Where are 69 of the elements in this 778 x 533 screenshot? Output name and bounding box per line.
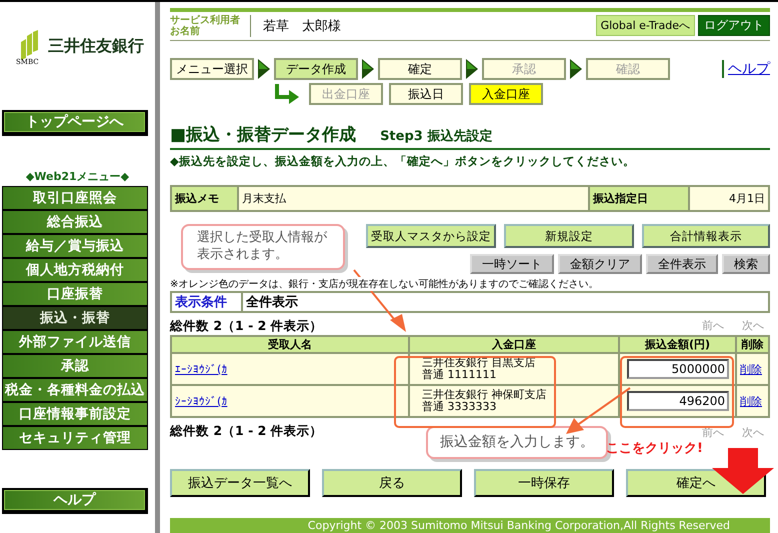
bank-name: 三井住友銀行: [48, 36, 144, 57]
menu-item[interactable]: 給与／賞与振込: [3, 235, 147, 257]
navigation-button[interactable]: 戻る: [322, 469, 462, 498]
record-count: 総件数 2（1 - 2 件表示）: [170, 318, 323, 336]
help-link[interactable]: ヘルプ: [728, 61, 770, 78]
navigation-button[interactable]: 一時保存: [474, 469, 614, 498]
menu-item[interactable]: 口座情報事前設定: [3, 403, 147, 425]
date-value: 4月1日: [690, 187, 768, 210]
filter-value: 全件表示: [243, 293, 768, 312]
amount-field[interactable]: 496200: [627, 391, 729, 412]
amount-field[interactable]: 5000000: [627, 359, 729, 380]
menu-item[interactable]: 税金・各種料金の払込: [3, 379, 147, 401]
action-button[interactable]: 受取人マスタから設定: [366, 224, 496, 248]
callout-bubble: 選択した受取人情報が表示されます。: [181, 224, 345, 270]
column-header: 振込金額(円): [620, 337, 735, 352]
step-arrow-icon: [570, 59, 582, 80]
filter-label: 表示条件: [172, 293, 241, 312]
menu-item[interactable]: セキュリティ管理: [3, 427, 147, 449]
user-name: 若草 太郎様: [263, 18, 341, 35]
copyright-text: Copyright © 2003 Sumitomo Mitsui Banking Corporation,All Rights Reserved: [308, 519, 730, 532]
column-header: 受取人名: [172, 337, 408, 352]
logout-button[interactable]: ログアウト: [698, 15, 770, 36]
step-arrow-icon: [466, 59, 478, 80]
step-indicator: 承認: [482, 58, 566, 80]
memo-label: 振込メモ: [172, 187, 237, 210]
tool-button[interactable]: 全件表示: [646, 254, 718, 274]
instruction-text: ◆振込先を設定し、振込金額を入力の上、「確定へ」ボタンをクリックしてください。: [170, 154, 636, 170]
sub-step-indicator: 出金口座: [309, 83, 383, 106]
column-header: 削除: [737, 337, 768, 352]
step-arrow-icon: [258, 59, 270, 80]
menu-item[interactable]: 総合振込: [3, 211, 147, 233]
menu-item[interactable]: 個人地方税納付: [3, 259, 147, 281]
menu-item[interactable]: 口座振替: [3, 283, 147, 305]
bank-branch: 三井住友銀行 神保町支店: [422, 389, 546, 402]
top-page-button[interactable]: トップページへ: [4, 112, 145, 132]
record-count: 総件数 2（1 - 2 件表示）: [170, 423, 323, 440]
callout-text: ここをクリック!: [606, 440, 703, 457]
account-number: 普通 1111111: [422, 369, 496, 382]
step-indicator: 確認: [586, 58, 670, 80]
note-text: ※オレンジ色のデータは、銀行・支店が現在存在しない可能性がありますのでご確認ください。: [170, 277, 770, 292]
sub-step-indicator: 入金口座: [469, 83, 543, 106]
user-label: サービス利用者 お名前: [170, 14, 251, 37]
menu-item[interactable]: 外部ファイル送信: [3, 331, 147, 353]
date-label: 振込指定日: [590, 187, 688, 210]
page-subtitle: Step3 振込先設定: [380, 128, 492, 146]
step-indicator: 確定: [378, 58, 462, 80]
menu-title: ◆Web21メニュー◆: [24, 169, 130, 184]
account-number: 普通 3333333: [422, 401, 496, 414]
step-arrow-icon: [362, 59, 374, 80]
step-indicator: データ作成: [274, 58, 358, 80]
menu-item[interactable]: 取引口座照会: [3, 187, 147, 209]
global-trade-button[interactable]: Global e-Tradeへ: [596, 15, 695, 36]
step-indicator: メニュー選択: [170, 58, 254, 80]
tool-button[interactable]: 一時ソート: [470, 254, 554, 274]
tool-button[interactable]: 金額クリア: [558, 254, 642, 274]
action-button[interactable]: 新規設定: [504, 224, 634, 248]
sub-step-indicator: 振込日: [389, 83, 463, 106]
menu-item[interactable]: 承認: [3, 355, 147, 377]
column-header: 入金口座: [410, 337, 618, 352]
action-button[interactable]: 合計情報表示: [642, 224, 770, 248]
recipient-link[interactable]: ｼｰｼﾖｳｼﾞ(ｶ: [175, 394, 228, 408]
callout-bubble: 振込金額を入力します。: [426, 426, 608, 459]
menu-item[interactable]: 振込・振替: [3, 307, 147, 329]
memo-value: 月末支払: [239, 187, 588, 210]
tool-button[interactable]: 検索: [722, 254, 770, 274]
recipient-link[interactable]: ｴｰｼﾖｳｼﾞ(ｶ: [175, 362, 228, 376]
page-title: ■振込・振替データ作成: [170, 124, 356, 146]
navigation-button[interactable]: 振込データ一覧へ: [170, 469, 310, 498]
help-button[interactable]: ヘルプ: [4, 490, 145, 510]
